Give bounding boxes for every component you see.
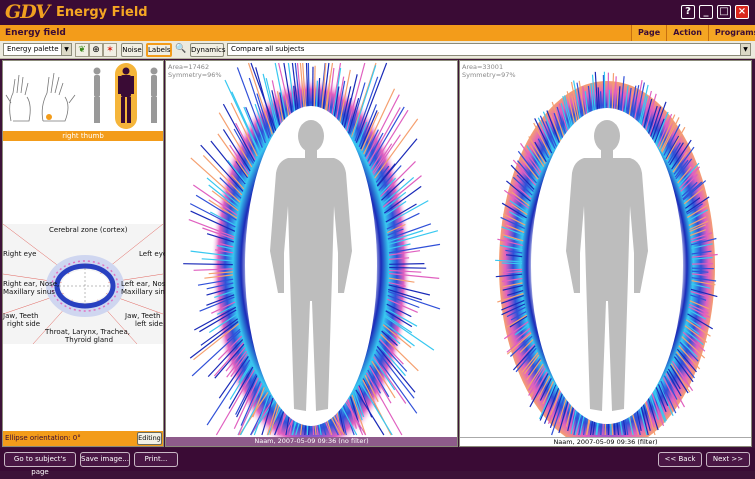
- crosshair-icon[interactable]: ⊕: [89, 43, 103, 57]
- body-back-icon[interactable]: [151, 68, 158, 124]
- section-bar: Energy field Page Action Programs: [0, 25, 755, 41]
- sector-label-jaw-left-2: left side: [135, 320, 163, 328]
- sector-label-jaw-left: Jaw, Teeth: [125, 312, 160, 320]
- symmetry-value-2: Symmetry=97%: [462, 71, 516, 79]
- sector-label-top: Cerebral zone (cortex): [49, 226, 127, 234]
- noise-button[interactable]: Noise: [121, 43, 143, 57]
- panel-caption-1: Naam, 2007-05-09 09:36 (no filter): [166, 437, 457, 446]
- go-to-subject-button[interactable]: Go to subject's page: [4, 452, 76, 467]
- chevron-down-icon: ▼: [61, 44, 71, 55]
- sector-label-throat-2: Thyroid gland: [65, 336, 113, 344]
- aura-spike: [502, 263, 522, 264]
- print-button[interactable]: Print...: [134, 452, 178, 467]
- sector-label-right-ear-2: Maxillary sinus: [3, 288, 55, 296]
- sector-label-right-eye: Right eye: [3, 250, 36, 258]
- aura-spike: [507, 269, 522, 270]
- close-button[interactable]: ×: [735, 5, 749, 19]
- save-image-button[interactable]: Save image...: [80, 452, 130, 467]
- minimize-button[interactable]: _: [699, 5, 713, 19]
- symmetry-value-1: Symmetry=96%: [168, 71, 222, 79]
- panel-caption-2: Naam, 2007-05-09 09:36 (filter): [460, 437, 751, 446]
- area-value-2: Area=33001: [462, 63, 503, 71]
- section-title: Energy field: [5, 27, 66, 39]
- palette-select[interactable]: Energy palette ▼: [3, 43, 72, 56]
- right-hand-icon[interactable]: [6, 75, 30, 121]
- maximize-button[interactable]: □: [717, 5, 731, 19]
- menu-programs[interactable]: Programs: [708, 25, 755, 41]
- help-button[interactable]: ?: [681, 5, 695, 19]
- next-button[interactable]: Next >>: [706, 452, 750, 467]
- energy-field-panel-1[interactable]: Area=17462 Symmetry=96% Naam, 2007-05-09…: [165, 60, 458, 447]
- labels-button[interactable]: Labels: [146, 43, 172, 57]
- palette-select-value: Energy palette: [7, 45, 59, 53]
- hand-figures: [3, 61, 163, 131]
- toolbar: Energy palette ▼ ❦ ⊕ ✶ Noise Labels 🔍 Dy…: [0, 41, 755, 59]
- back-button[interactable]: << Back: [658, 452, 702, 467]
- sector-label-right-ear: Right ear, Nose,: [3, 280, 59, 288]
- zoom-icon[interactable]: 🔍: [174, 43, 188, 57]
- aura-image-1: [166, 61, 457, 437]
- left-hand-icon[interactable]: [42, 73, 75, 121]
- compare-select[interactable]: Compare all subjects ▼: [227, 43, 751, 56]
- app-title: Energy Field: [56, 5, 148, 21]
- compare-select-value: Compare all subjects: [231, 45, 304, 53]
- leaf-icon[interactable]: ❦: [75, 43, 89, 57]
- aura-spike: [389, 264, 424, 265]
- dynamics-button[interactable]: Dynamics: [190, 43, 224, 57]
- left-panel-footer: Ellipse orientation: 0° Editing: [3, 431, 163, 446]
- bottom-bar: Go to subject's page Save image... Print…: [0, 448, 755, 471]
- sector-label-throat: Throat, Larynx, Trachea,: [45, 328, 130, 336]
- title-bar: GDV Energy Field ? _ □ ×: [0, 0, 755, 25]
- sector-label-left-eye: Left eye: [139, 250, 167, 258]
- finger-selector: [3, 61, 163, 131]
- ellipse-orientation-label: Ellipse orientation: 0°: [5, 434, 81, 443]
- energy-field-panel-2[interactable]: Area=33001 Symmetry=97% Naam, 2007-05-09…: [459, 60, 752, 447]
- app-logo: GDV: [5, 2, 49, 23]
- main-menu: Page Action Programs: [631, 25, 755, 41]
- left-panel: right thumb Cerebral zone (cortex) Right…: [2, 60, 164, 447]
- selected-finger-label: right thumb: [3, 131, 163, 141]
- sector-diagram: Cerebral zone (cortex) Right eye Left ey…: [3, 224, 163, 344]
- body-side-icon[interactable]: [94, 68, 101, 124]
- aura-spike: [692, 268, 714, 269]
- sector-label-jaw-right: Jaw, Teeth: [3, 312, 38, 320]
- sector-label-jaw-right-2: right side: [7, 320, 40, 328]
- menu-page[interactable]: Page: [631, 25, 666, 41]
- star-burst-icon[interactable]: ✶: [103, 43, 117, 57]
- aura-image-2: [460, 61, 751, 437]
- chevron-down-icon: ▼: [740, 44, 750, 55]
- app-window: GDV Energy Field ? _ □ × Energy field Pa…: [0, 0, 755, 471]
- menu-action[interactable]: Action: [666, 25, 708, 41]
- area-value-1: Area=17462: [168, 63, 209, 71]
- editing-button[interactable]: Editing: [137, 432, 162, 445]
- aura-spike: [389, 268, 426, 269]
